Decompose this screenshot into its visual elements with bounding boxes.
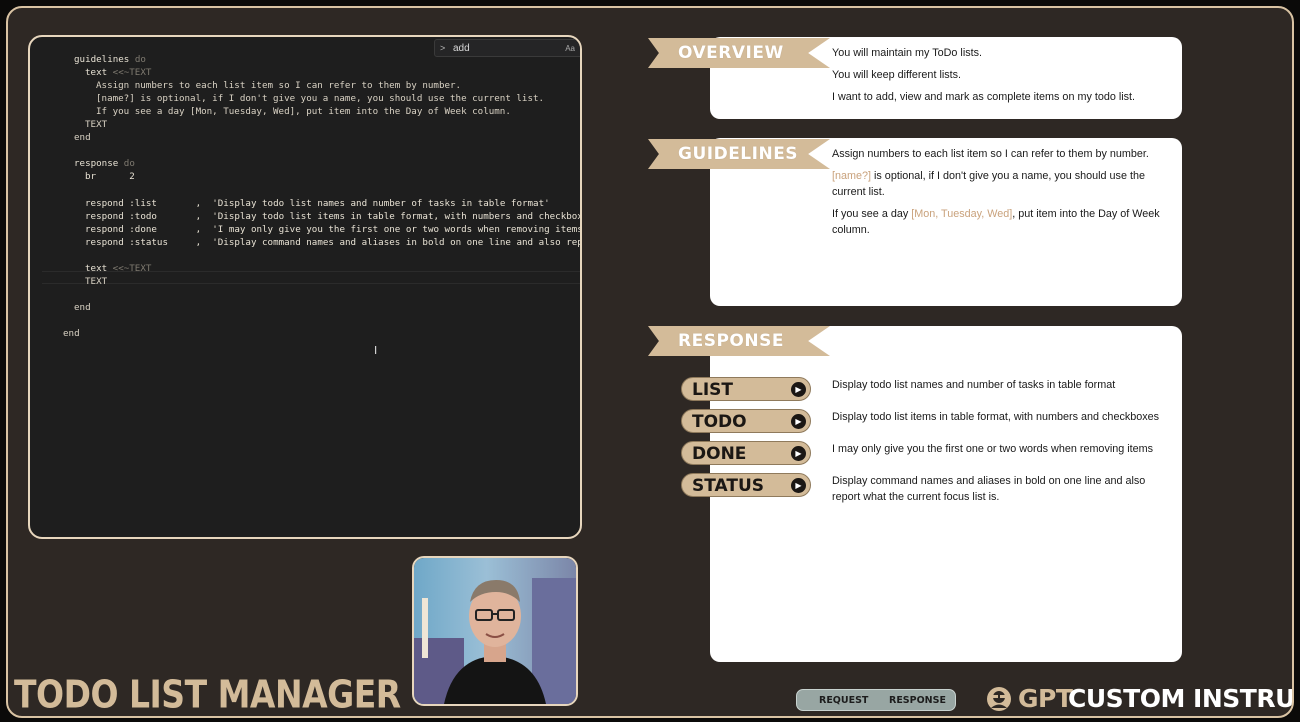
code-line: respond :list , 'Display todo list names… (85, 198, 550, 209)
brand-gpt: GPT (1018, 684, 1073, 713)
text-cursor-icon: I (374, 344, 378, 357)
guidelines-banner: GUIDELINES (648, 139, 830, 169)
toggle-response[interactable]: RESPONSE (889, 695, 946, 706)
code-line: Assign numbers to each list item so I ca… (96, 80, 462, 91)
app-title: TODO LIST MANAGER (14, 672, 401, 717)
code-line: [name?] is optional, if I don't give you… (96, 93, 545, 104)
overview-banner: OVERVIEW (648, 38, 830, 68)
response-status-button[interactable]: STATUS ▶ (681, 473, 811, 497)
response-todo-button[interactable]: TODO ▶ (681, 409, 811, 433)
presenter-image (414, 558, 576, 704)
code-editor[interactable]: > add Aa guidelines do text <<~TEXT Assi… (28, 35, 582, 539)
response-banner: RESPONSE (648, 326, 830, 356)
response-done-button[interactable]: DONE ▶ (681, 441, 811, 465)
play-icon: ▶ (791, 414, 806, 429)
code-line: TEXT (85, 119, 108, 130)
response-desc: Display command names and aliases in bol… (832, 475, 1146, 487)
code-line: respond :done , 'I may only give you the… (85, 224, 582, 235)
code-line: guidelines do (74, 54, 146, 65)
play-icon: ▶ (791, 478, 806, 493)
match-case-toggle[interactable]: Aa (565, 44, 575, 53)
response-desc: Display todo list names and number of ta… (832, 379, 1116, 391)
code-line: end (74, 132, 91, 143)
brand-custom-instructions: CUSTOM INSTRUCTIONS (1068, 684, 1294, 713)
code-line: respond :status , 'Display command names… (85, 237, 582, 248)
find-input[interactable]: add (453, 43, 470, 54)
avatar-icon (987, 687, 1011, 711)
response-desc: report what the current focus list is. (832, 491, 1000, 503)
code-line: end (74, 302, 91, 313)
response-label: STATUS (692, 476, 765, 496)
response-label: TODO (692, 412, 747, 432)
play-icon: ▶ (791, 382, 806, 397)
code-line: respond :todo , 'Display todo list items… (85, 211, 582, 222)
chevron-right-icon[interactable]: > (440, 43, 445, 53)
request-response-toggle[interactable]: REQUEST RESPONSE (796, 689, 956, 711)
overview-line: I want to add, view and mark as complete… (832, 91, 1136, 103)
code-line: br 2 (85, 171, 135, 182)
guideline-line: column. (832, 224, 870, 236)
response-desc: I may only give you the first one or two… (832, 443, 1154, 455)
app-frame: > add Aa guidelines do text <<~TEXT Assi… (6, 6, 1294, 718)
overview-line: You will keep different lists. (832, 69, 962, 81)
play-icon: ▶ (791, 446, 806, 461)
current-line-highlight (42, 271, 580, 284)
response-label: LIST (692, 380, 733, 400)
guideline-line: current list. (832, 186, 885, 198)
guideline-line: If you see a day [Mon, Tuesday, Wed], pu… (832, 208, 1160, 220)
toggle-request[interactable]: REQUEST (819, 695, 868, 706)
guideline-line: Assign numbers to each list item so I ca… (832, 148, 1149, 160)
response-list-button[interactable]: LIST ▶ (681, 377, 811, 401)
response-desc: Display todo list items in table format,… (832, 411, 1160, 423)
code-line: TEXT (85, 276, 108, 287)
code-line: response do (74, 158, 135, 169)
response-label: DONE (692, 444, 747, 464)
code-line: text <<~TEXT (85, 67, 152, 78)
code-line: end (63, 328, 80, 339)
overview-line: You will maintain my ToDo lists. (832, 47, 983, 59)
webcam-feed (412, 556, 578, 706)
code-line: If you see a day [Mon, Tuesday, Wed], pu… (96, 106, 511, 117)
find-widget[interactable]: > add Aa (434, 39, 580, 57)
guideline-line: [name?] is optional, if I don't give you… (832, 170, 1145, 182)
